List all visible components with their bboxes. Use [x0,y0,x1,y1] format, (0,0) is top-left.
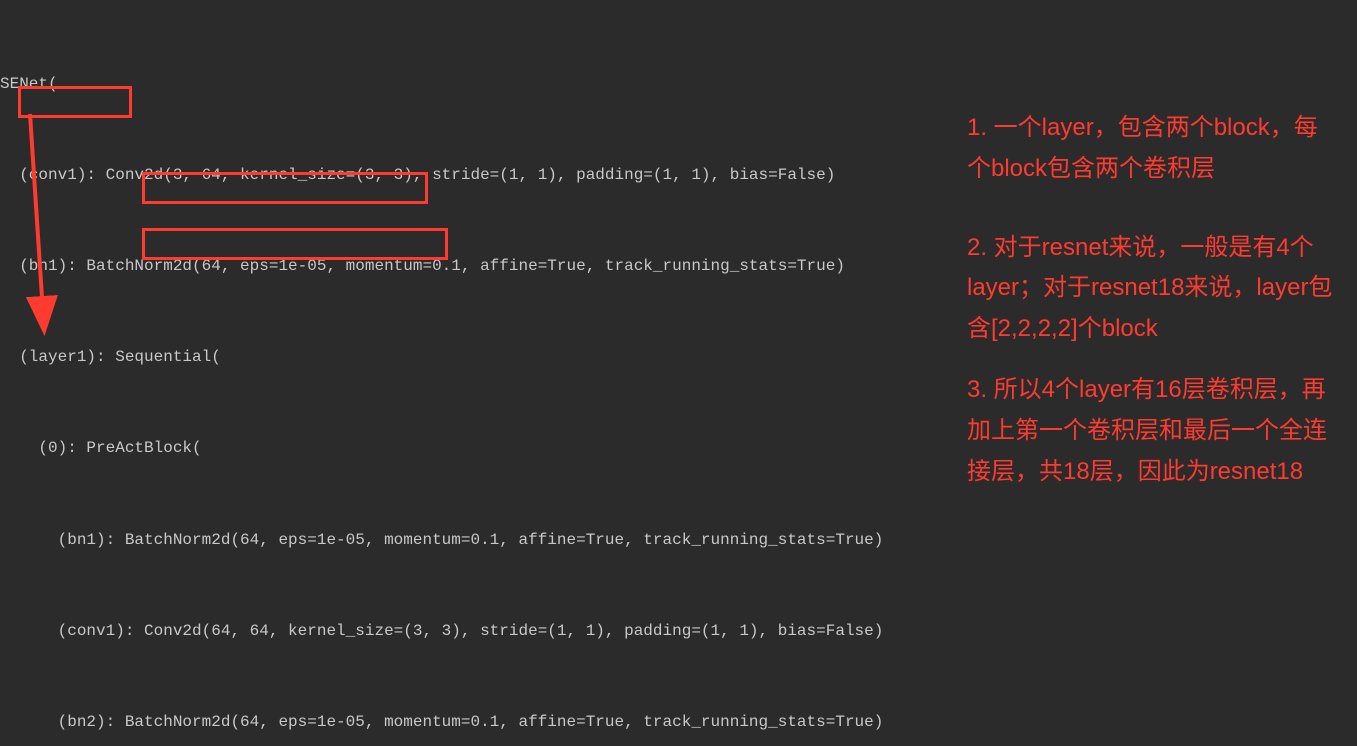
code-line: SENet( [0,69,893,99]
code-line: (0): PreActBlock( [0,433,893,463]
annotation-note-2: 2. 对于resnet来说，一般是有4个layer；对于resnet18来说，l… [967,228,1337,350]
annotation-note-3: 3. 所以4个layer有16层卷积层，再加上第一个卷积层和最后一个全连接层，共… [967,370,1337,492]
annotation-note-1: 1. 一个layer，包含两个block，每个block包含两个卷积层 [967,108,1337,190]
code-line: (conv1): Conv2d(64, 64, kernel_size=(3, … [0,616,893,646]
code-block: SENet( (conv1): Conv2d(3, 64, kernel_siz… [0,0,893,746]
code-line: (bn2): BatchNorm2d(64, eps=1e-05, moment… [0,707,893,737]
code-line: (layer1): Sequential( [0,342,893,372]
code-line: (conv1): Conv2d(3, 64, kernel_size=(3, 3… [0,160,893,190]
code-line: (bn1): BatchNorm2d(64, eps=1e-05, moment… [0,251,893,281]
annotation-panel: 1. 一个layer，包含两个block，每个block包含两个卷积层 2. 对… [967,108,1337,492]
code-line: (bn1): BatchNorm2d(64, eps=1e-05, moment… [0,525,893,555]
